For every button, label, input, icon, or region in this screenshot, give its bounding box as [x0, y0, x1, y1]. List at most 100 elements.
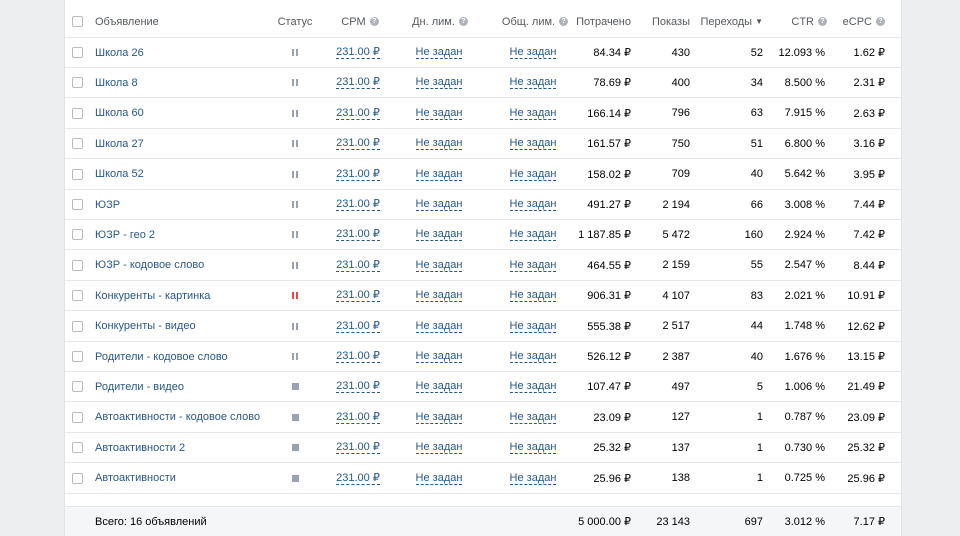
daily-limit-value[interactable]: Не задан	[415, 168, 463, 181]
ad-name-link[interactable]: ЮЗР - гео 2	[95, 229, 155, 241]
ad-name-link[interactable]: Автоактивности - кодовое слово	[95, 411, 260, 423]
cpm-value[interactable]: 231.00 ₽	[336, 411, 380, 424]
pause-icon[interactable]	[292, 322, 298, 330]
daily-limit-value[interactable]: Не задан	[415, 411, 463, 424]
stop-icon[interactable]	[291, 474, 299, 482]
ad-name-link[interactable]: Родители - видео	[95, 381, 184, 393]
column-ctr[interactable]: CTR?	[765, 6, 827, 37]
pause-icon[interactable]	[292, 109, 298, 117]
daily-limit-value[interactable]: Не задан	[415, 137, 463, 151]
column-spent[interactable]: Потрачено	[565, 6, 631, 37]
daily-limit-value[interactable]: Не задан	[415, 76, 463, 90]
total-limit-value[interactable]: Не задан	[509, 350, 557, 363]
total-limit-value[interactable]: Не задан	[509, 441, 557, 455]
cpm-value[interactable]: 231.00 ₽	[336, 137, 380, 151]
stop-icon[interactable]	[291, 444, 299, 452]
ad-name-link[interactable]: Конкуренты - картинка	[95, 290, 210, 302]
ad-name-link[interactable]: Родители - кодовое слово	[95, 351, 228, 363]
pause-icon[interactable]	[292, 231, 298, 239]
row-checkbox[interactable]	[72, 290, 83, 302]
total-limit-value[interactable]: Не задан	[509, 289, 557, 303]
total-limit-value[interactable]: Не задан	[509, 46, 557, 59]
ad-name-link[interactable]: Автоактивности	[95, 472, 176, 484]
help-icon[interactable]: ?	[876, 17, 885, 26]
ad-name-link[interactable]: ЮЗР - кодовое слово	[95, 259, 204, 271]
ad-name-link[interactable]: Школа 26	[95, 47, 144, 59]
pause-icon[interactable]	[292, 292, 298, 300]
pause-icon[interactable]	[292, 201, 298, 208]
row-checkbox[interactable]	[72, 351, 83, 362]
help-icon[interactable]: ?	[818, 17, 827, 26]
pause-icon[interactable]	[292, 170, 298, 178]
total-limit-value[interactable]: Не задан	[509, 107, 557, 120]
row-checkbox[interactable]	[72, 381, 83, 393]
total-limit-value[interactable]: Не задан	[509, 472, 557, 485]
cpm-value[interactable]: 231.00 ₽	[336, 350, 380, 363]
ad-name-link[interactable]: Конкуренты - видео	[95, 320, 196, 332]
pause-icon[interactable]	[292, 261, 298, 269]
total-limit-value[interactable]: Не задан	[509, 168, 557, 181]
select-all-checkbox[interactable]	[72, 16, 83, 27]
daily-limit-value[interactable]: Не задан	[415, 472, 463, 485]
ad-name-link[interactable]: Школа 8	[95, 77, 138, 89]
row-checkbox[interactable]	[72, 259, 83, 271]
column-ecpc[interactable]: eCPC?	[830, 6, 885, 37]
row-checkbox[interactable]	[72, 411, 83, 423]
total-limit-value[interactable]: Не задан	[509, 411, 557, 424]
total-limit-value[interactable]: Не задан	[509, 259, 557, 272]
daily-limit-value[interactable]: Не задан	[415, 320, 463, 333]
cpm-value[interactable]: 231.00 ₽	[336, 228, 380, 242]
help-icon[interactable]: ?	[369, 17, 379, 26]
row-checkbox[interactable]	[72, 138, 83, 150]
total-limit-value[interactable]: Не задан	[509, 228, 557, 242]
row-checkbox[interactable]	[72, 107, 83, 119]
column-clicks[interactable]: Переходы ▼	[695, 6, 763, 37]
column-status[interactable]: Статус	[265, 6, 325, 37]
total-limit-value[interactable]: Не задан	[509, 76, 557, 90]
cpm-value[interactable]: 231.00 ₽	[336, 441, 380, 455]
cpm-value[interactable]: 231.00 ₽	[336, 320, 380, 333]
daily-limit-value[interactable]: Не задан	[415, 107, 463, 120]
column-impressions[interactable]: Показы	[635, 6, 690, 37]
cpm-value[interactable]: 231.00 ₽	[336, 107, 380, 120]
pause-icon[interactable]	[292, 353, 298, 360]
daily-limit-value[interactable]: Не задан	[415, 228, 463, 242]
row-checkbox[interactable]	[72, 229, 83, 241]
ad-name-link[interactable]: Школа 52	[95, 168, 144, 180]
cpm-value[interactable]: 231.00 ₽	[336, 259, 380, 272]
ad-name-link[interactable]: ЮЗР	[95, 199, 120, 211]
total-limit-value[interactable]: Не задан	[509, 198, 557, 211]
total-limit-value[interactable]: Не задан	[509, 320, 557, 333]
row-checkbox[interactable]	[72, 199, 83, 210]
total-limit-value[interactable]: Не задан	[509, 380, 557, 394]
cpm-value[interactable]: 231.00 ₽	[336, 472, 380, 485]
pause-icon[interactable]	[292, 140, 298, 148]
row-checkbox[interactable]	[72, 472, 83, 484]
daily-limit-value[interactable]: Не задан	[415, 259, 463, 272]
row-checkbox[interactable]	[72, 320, 83, 332]
cpm-value[interactable]: 231.00 ₽	[336, 198, 380, 211]
cpm-value[interactable]: 231.00 ₽	[336, 168, 380, 181]
cpm-value[interactable]: 231.00 ₽	[336, 76, 380, 90]
row-checkbox[interactable]	[72, 442, 83, 454]
ad-name-link[interactable]: Школа 60	[95, 107, 144, 119]
row-checkbox[interactable]	[72, 77, 83, 89]
column-daily-limit[interactable]: Дн. лим.?	[400, 6, 480, 37]
pause-icon[interactable]	[292, 49, 298, 56]
stop-icon[interactable]	[291, 413, 299, 421]
row-checkbox[interactable]	[72, 168, 83, 180]
daily-limit-value[interactable]: Не задан	[415, 198, 463, 211]
ad-name-link[interactable]: Школа 27	[95, 138, 144, 150]
column-cpm[interactable]: CPM?	[327, 6, 393, 37]
cpm-value[interactable]: 231.00 ₽	[336, 380, 380, 394]
daily-limit-value[interactable]: Не задан	[415, 46, 463, 59]
daily-limit-value[interactable]: Не задан	[415, 380, 463, 394]
row-checkbox[interactable]	[72, 47, 83, 58]
help-icon[interactable]: ?	[458, 17, 468, 26]
daily-limit-value[interactable]: Не задан	[415, 350, 463, 363]
cpm-value[interactable]: 231.00 ₽	[336, 46, 380, 59]
cpm-value[interactable]: 231.00 ₽	[336, 289, 380, 303]
pause-icon[interactable]	[292, 79, 298, 87]
ad-name-link[interactable]: Автоактивности 2	[95, 442, 185, 454]
stop-icon[interactable]	[291, 383, 299, 391]
